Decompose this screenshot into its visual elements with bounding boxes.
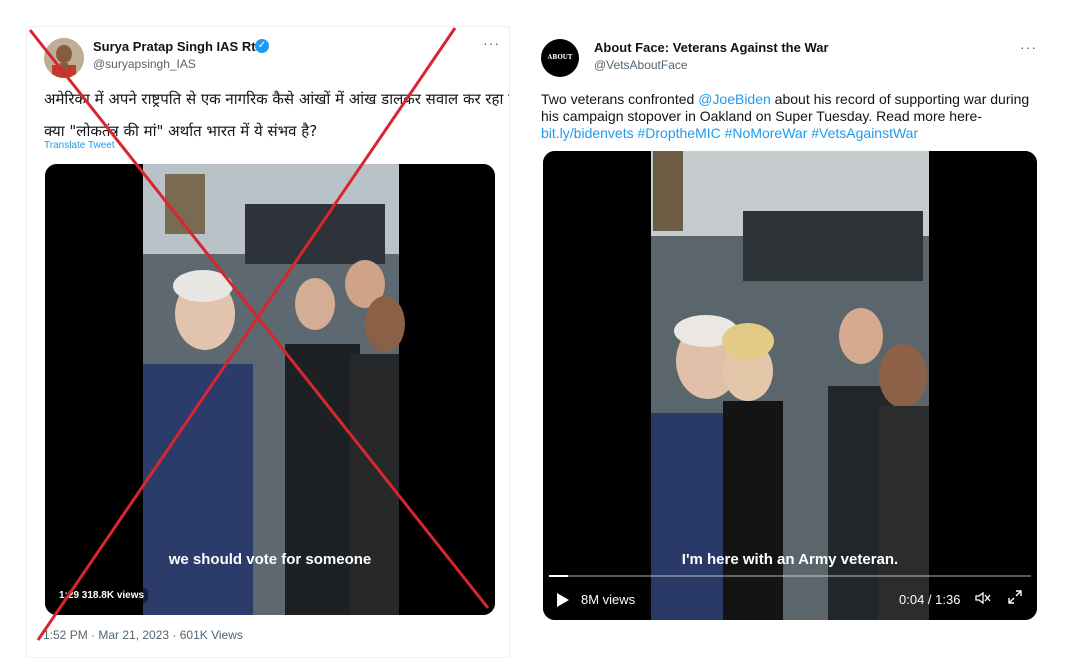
video-caption: I'm here with an Army veteran. (681, 551, 899, 568)
avatar[interactable] (44, 38, 84, 78)
avatar[interactable]: ABOUT FACE (541, 39, 579, 99)
video-frame (543, 151, 1037, 620)
video-progress-bar[interactable] (549, 575, 1031, 577)
hashtags-link[interactable]: #DroptheMIC #NoMoreWar #VetsAgainstWar (634, 125, 918, 141)
author-handle[interactable]: @suryapsingh_IAS (93, 57, 196, 71)
more-options-icon[interactable]: ··· (483, 35, 500, 51)
tweet-text-part: Two veterans confronted (541, 91, 699, 107)
author-name[interactable]: About Face: Veterans Against the War (594, 40, 829, 55)
fullscreen-icon[interactable] (1007, 589, 1023, 608)
video-caption: we should vote for someone (168, 551, 372, 568)
muted-speaker-icon[interactable] (975, 591, 991, 608)
more-options-icon[interactable]: ··· (1020, 39, 1037, 55)
translate-tweet-link[interactable]: Translate Tweet (44, 140, 115, 151)
left-tweet: Surya Pratap Singh IAS Rtd. ✓ @suryapsin… (26, 26, 510, 658)
verified-badge-icon: ✓ (255, 39, 269, 53)
tweet-text: Two veterans confronted @JoeBiden about … (541, 91, 1037, 142)
video-views: 8M views (581, 592, 636, 607)
video-player[interactable]: we should vote for someone 1:29 318.8K v… (45, 164, 495, 615)
play-icon[interactable] (557, 593, 569, 607)
author-name[interactable]: Surya Pratap Singh IAS Rtd. (93, 39, 267, 54)
tweet-text-line-1: अमेरिका में अपने राष्ट्रपति से एक नागरिक… (44, 90, 510, 108)
video-progress-fill (549, 575, 569, 577)
right-tweet: ABOUT FACE About Face: Veterans Against … (527, 26, 1053, 626)
tweet-text-line-2: क्या "लोकतंत्र की मां" अर्थात भारत में य… (44, 122, 318, 140)
author-handle[interactable]: @VetsAboutFace (594, 58, 688, 72)
mention-link[interactable]: @JoeBiden (698, 91, 771, 107)
url-link[interactable]: bit.ly/bidenvets (541, 125, 634, 141)
video-time: 0:04 / 1:36 (899, 592, 961, 607)
tweet-timestamp[interactable]: 1:52 PM · Mar 21, 2023 · 601K Views (43, 628, 243, 642)
video-player[interactable]: I'm here with an Army veteran. 8M views … (543, 151, 1037, 620)
video-frame (45, 164, 495, 615)
video-views-badge: 1:29 318.8K views (55, 588, 149, 603)
